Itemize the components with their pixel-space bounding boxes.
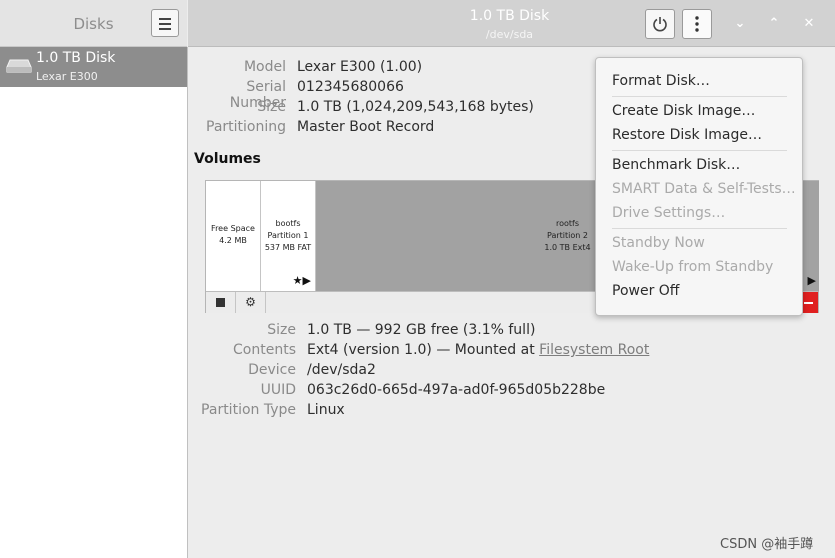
rootfs-mounted-icon: ▶	[807, 274, 816, 287]
menu-smart-data: SMART Data & Self-Tests…	[612, 181, 796, 197]
power-icon	[653, 17, 667, 32]
disk-list: 1.0 TB Disk Lexar E300	[0, 47, 188, 558]
watermark-text: CSDN @袖手蹲	[720, 537, 814, 552]
close-icon: ✕	[803, 16, 815, 31]
disk-model: Lexar E300	[36, 70, 98, 83]
drive-icon	[6, 59, 32, 73]
menu-power-off[interactable]: Power Off	[612, 283, 679, 299]
size-value: 1.0 TB (1,024,209,543,168 bytes)	[297, 99, 534, 115]
menu-restore-disk-image[interactable]: Restore Disk Image…	[612, 127, 762, 143]
contents-value: Ext4 (version 1.0) — Mounted at Filesyst…	[307, 342, 649, 358]
drive-options-button[interactable]	[682, 9, 712, 39]
menu-benchmark-disk[interactable]: Benchmark Disk…	[612, 157, 740, 173]
uuid-label: UUID	[260, 382, 296, 398]
free-space-label: Free Space	[211, 224, 255, 233]
unmount-button[interactable]	[206, 292, 236, 313]
minus-icon	[804, 302, 813, 304]
volumes-heading: Volumes	[194, 151, 261, 167]
bootfs-size: 537 MB FAT	[264, 243, 312, 252]
filesystem-root-link[interactable]: Filesystem Root	[539, 342, 649, 358]
bootfs-name: bootfs	[275, 219, 301, 228]
menu-separator	[612, 150, 787, 151]
partition-type-value: Linux	[307, 402, 345, 418]
kebab-menu-icon	[695, 16, 699, 32]
bootfs-number: Partition 1	[267, 231, 309, 240]
disk-name: 1.0 TB Disk	[36, 50, 116, 66]
app-menu-button[interactable]	[151, 9, 179, 37]
part-size-label: Size	[267, 322, 296, 338]
minimize-icon: ⌄	[734, 16, 746, 31]
device-label: Device	[248, 362, 296, 378]
partition-options-button[interactable]: ⚙	[236, 292, 266, 313]
partitioning-label: Partitioning	[206, 119, 286, 135]
menu-wake-up: Wake-Up from Standby	[612, 259, 774, 275]
contents-text: Ext4 (version 1.0) — Mounted at	[307, 342, 540, 358]
model-value: Lexar E300 (1.00)	[297, 59, 423, 75]
stop-icon	[216, 298, 225, 307]
maximize-button[interactable]: ⌃	[762, 12, 786, 36]
menu-separator	[612, 228, 787, 229]
contents-label: Contents	[233, 342, 296, 358]
sidebar-header: Disks	[0, 0, 187, 47]
menu-format-disk[interactable]: Format Disk…	[612, 73, 710, 89]
disk-list-item[interactable]: 1.0 TB Disk Lexar E300	[0, 47, 187, 87]
model-label: Model	[243, 59, 286, 75]
power-off-button[interactable]	[645, 9, 675, 39]
partition-bootfs[interactable]: bootfs Partition 1 537 MB FAT ★▶	[261, 181, 316, 291]
disks-window: Disks 1.0 TB Disk /dev/sda ⌄ ⌃ ✕ 1.0 TB …	[0, 0, 835, 558]
size-label: Size	[257, 99, 286, 115]
free-space-size: 4.2 MB	[219, 236, 247, 245]
partitioning-value: Master Boot Record	[297, 119, 435, 135]
menu-create-disk-image[interactable]: Create Disk Image…	[612, 103, 755, 119]
menu-drive-settings: Drive Settings…	[612, 205, 726, 221]
drive-options-menu: Format Disk… Create Disk Image… Restore …	[595, 57, 803, 316]
device-value: /dev/sda2	[307, 362, 376, 378]
part-size-value: 1.0 TB — 992 GB free (3.1% full)	[307, 322, 536, 338]
minimize-button[interactable]: ⌄	[728, 12, 752, 36]
gears-icon: ⚙	[245, 295, 256, 309]
close-button[interactable]: ✕	[797, 12, 821, 36]
uuid-value: 063c26d0-665d-497a-ad0f-965d05b228be	[307, 382, 606, 398]
menu-separator	[612, 96, 787, 97]
serial-value: 012345680066	[297, 79, 404, 95]
bootfs-flags-icon: ★▶	[292, 274, 311, 287]
maximize-icon: ⌃	[768, 16, 780, 31]
partition-type-label: Partition Type	[201, 402, 296, 418]
menu-standby-now: Standby Now	[612, 235, 705, 251]
partition-free-space[interactable]: Free Space 4.2 MB	[206, 181, 261, 291]
